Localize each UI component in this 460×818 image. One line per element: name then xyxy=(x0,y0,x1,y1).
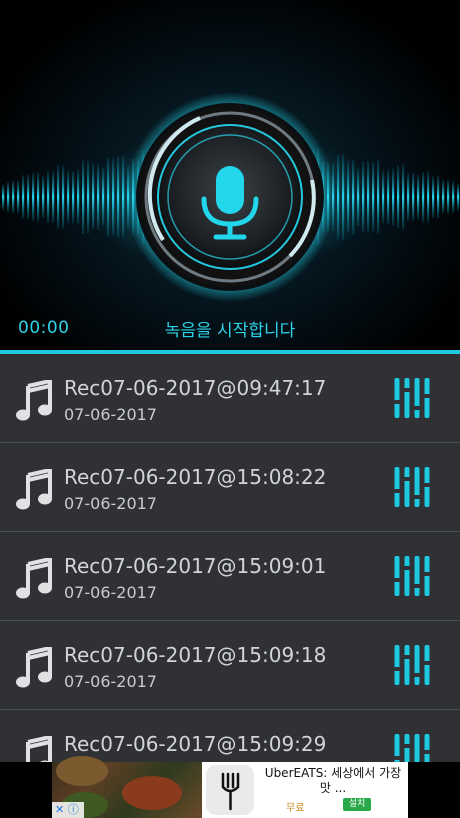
recording-name: Rec07-06-2017@15:09:29 xyxy=(64,732,327,756)
recordings-list: Rec07-06-2017@09:47:17 07-06-2017 Rec07-… xyxy=(0,354,460,762)
equalizer-icon[interactable] xyxy=(392,645,432,685)
equalizer-icon[interactable] xyxy=(392,378,432,418)
recording-row[interactable]: Rec07-06-2017@15:09:01 07-06-2017 xyxy=(0,532,460,621)
equalizer-icon[interactable] xyxy=(392,734,432,762)
recording-row[interactable]: Rec07-06-2017@09:47:17 07-06-2017 xyxy=(0,354,460,443)
ad-content[interactable]: UberEATS: 세상에서 가장 맛 ... 무료 설치 xyxy=(202,762,408,818)
recording-status: 녹음을 시작합니다 xyxy=(164,321,296,341)
equalizer-icon[interactable] xyxy=(392,467,432,507)
ad-price: 무료 xyxy=(286,803,305,814)
recording-row[interactable]: Rec07-06-2017@15:09:18 07-06-2017 xyxy=(0,621,460,710)
recording-date: 07-06-2017 xyxy=(64,583,157,602)
recording-date: 07-06-2017 xyxy=(64,494,157,513)
equalizer-icon[interactable] xyxy=(392,556,432,596)
recording-name: Rec07-06-2017@15:08:22 xyxy=(64,465,327,489)
music-note-icon xyxy=(16,380,54,422)
close-icon[interactable]: ✕ xyxy=(55,803,64,816)
recording-name: Rec07-06-2017@15:09:01 xyxy=(64,554,327,578)
recording-row[interactable]: Rec07-06-2017@15:09:29 xyxy=(0,710,460,762)
record-button[interactable] xyxy=(0,0,460,352)
recording-name: Rec07-06-2017@15:09:18 xyxy=(64,643,327,667)
recording-date: 07-06-2017 xyxy=(64,405,157,424)
info-icon[interactable]: ⓘ xyxy=(68,803,79,816)
recorder-header: 00:00 녹음을 시작합니다 xyxy=(0,0,460,352)
ad-install-button[interactable]: 설치 xyxy=(343,798,371,811)
recording-name: Rec07-06-2017@09:47:17 xyxy=(64,376,327,400)
music-note-icon xyxy=(16,647,54,689)
music-note-icon xyxy=(16,736,54,762)
fork-icon xyxy=(206,765,254,815)
recording-row[interactable]: Rec07-06-2017@15:08:22 07-06-2017 xyxy=(0,443,460,532)
ad-close-controls[interactable]: ✕ ⓘ xyxy=(52,802,84,818)
recording-date: 07-06-2017 xyxy=(64,672,157,691)
music-note-icon xyxy=(16,469,54,511)
music-note-icon xyxy=(16,558,54,600)
ad-title: UberEATS: 세상에서 가장 맛 ... xyxy=(264,766,402,795)
